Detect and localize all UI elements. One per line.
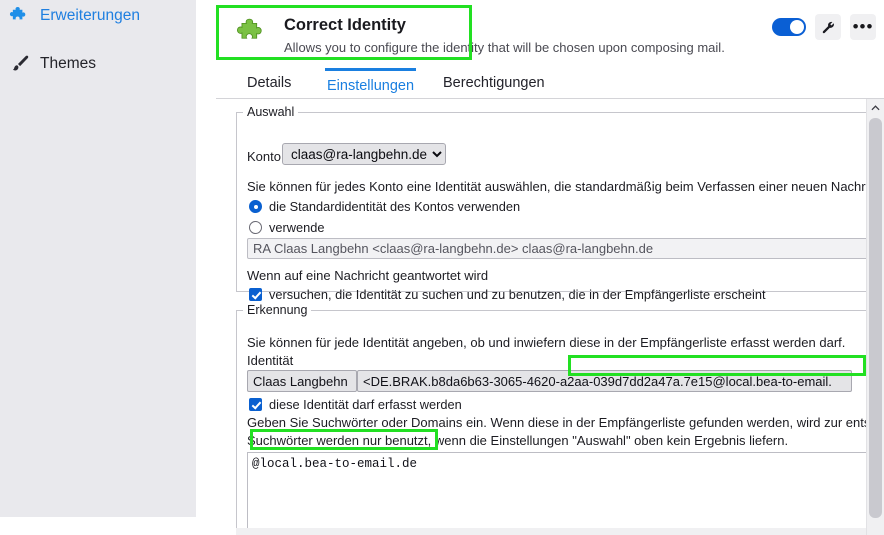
- puzzle-icon: [236, 16, 270, 50]
- erkennung-intro-text: Sie können für jede Identität angeben, o…: [247, 335, 846, 350]
- brush-icon: [6, 50, 34, 78]
- radio-default-identity-label: die Standardidentität des Kontos verwend…: [269, 199, 521, 214]
- tab-label: Details: [247, 74, 292, 91]
- checkbox-reply-identity[interactable]: [249, 288, 262, 301]
- more-dots-icon[interactable]: •••: [850, 14, 876, 40]
- selected-identity-field: [247, 238, 866, 259]
- radio-use-identity[interactable]: [249, 221, 262, 234]
- tab-bar: Details Einstellungen Berechtigungen: [216, 68, 884, 99]
- checkbox-reply-identity-label: versuchen, die Identität zu suchen und z…: [269, 287, 766, 302]
- header-controls: •••: [772, 14, 876, 40]
- group-auswahl-legend: Auswahl: [247, 105, 295, 119]
- sidebar-item-label: Themes: [40, 55, 96, 72]
- group-auswahl: Auswahl Konto claas@ra-langbehn.de Sie k…: [236, 105, 866, 302]
- checkbox-row-capture-identity[interactable]: diese Identität darf erfasst werden: [249, 397, 462, 412]
- puzzle-icon: [6, 2, 34, 30]
- vertical-scrollbar-thumb[interactable]: [869, 118, 882, 518]
- radio-default-identity[interactable]: [249, 200, 262, 213]
- reply-section-label: Wenn auf eine Nachricht geantwortet wird: [247, 268, 489, 283]
- checkbox-capture-identity-label: diese Identität darf erfasst werden: [269, 397, 462, 412]
- konto-select[interactable]: claas@ra-langbehn.de: [282, 143, 446, 165]
- checkbox-row-reply-identity[interactable]: versuchen, die Identität zu suchen und z…: [249, 287, 766, 302]
- identity-name-field[interactable]: [247, 370, 357, 392]
- tab-label: Berechtigungen: [443, 74, 545, 91]
- checkbox-capture-identity[interactable]: [249, 398, 262, 411]
- keywords-help-line-1: Geben Sie Suchwörter oder Domains ein. W…: [247, 415, 866, 430]
- settings-scroll-area: Auswahl Konto claas@ra-langbehn.de Sie k…: [236, 99, 866, 535]
- chevron-up-icon[interactable]: [867, 99, 884, 116]
- wrench-icon[interactable]: [815, 14, 841, 40]
- content-panel: Correct Identity Allows you to configure…: [216, 0, 884, 535]
- horizontal-scrollbar[interactable]: [236, 528, 866, 535]
- konto-label: Konto: [247, 149, 281, 164]
- identity-address-field[interactable]: [357, 370, 852, 392]
- tab-label: Einstellungen: [327, 77, 415, 94]
- sidebar-item-erweiterungen[interactable]: Erweiterungen: [0, 0, 196, 32]
- sidebar: Erweiterungen Themes: [0, 0, 196, 517]
- tab-einstellungen[interactable]: Einstellungen: [325, 68, 417, 100]
- keywords-help-line-2: Suchwörter werden nur benutzt, wenn die …: [247, 433, 789, 448]
- tab-berechtigungen[interactable]: Berechtigungen: [441, 68, 547, 97]
- sidebar-item-label: Erweiterungen: [40, 7, 140, 24]
- vertical-scrollbar[interactable]: [866, 99, 884, 535]
- app-window: Erweiterungen Themes Correct Identity Al…: [0, 0, 884, 535]
- addon-enable-toggle[interactable]: [772, 18, 806, 36]
- auswahl-intro-text: Sie können für jedes Konto eine Identitä…: [247, 179, 866, 194]
- keywords-textarea[interactable]: [247, 452, 866, 535]
- addon-title: Correct Identity: [284, 16, 406, 34]
- addon-description: Allows you to configure the identity tha…: [284, 40, 725, 55]
- sidebar-item-themes[interactable]: Themes: [0, 48, 196, 80]
- identitaet-label: Identität: [247, 353, 294, 368]
- group-erkennung-legend: Erkennung: [247, 303, 308, 317]
- tab-details[interactable]: Details: [245, 68, 293, 97]
- addon-header: Correct Identity Allows you to configure…: [216, 5, 884, 60]
- more-dots-glyph: •••: [852, 17, 874, 36]
- radio-use-identity-label: verwende: [269, 220, 325, 235]
- radio-row-use-identity[interactable]: verwende: [249, 220, 325, 235]
- radio-row-default-identity[interactable]: die Standardidentität des Kontos verwend…: [249, 199, 520, 214]
- group-erkennung: Erkennung Sie können für jede Identität …: [236, 303, 866, 535]
